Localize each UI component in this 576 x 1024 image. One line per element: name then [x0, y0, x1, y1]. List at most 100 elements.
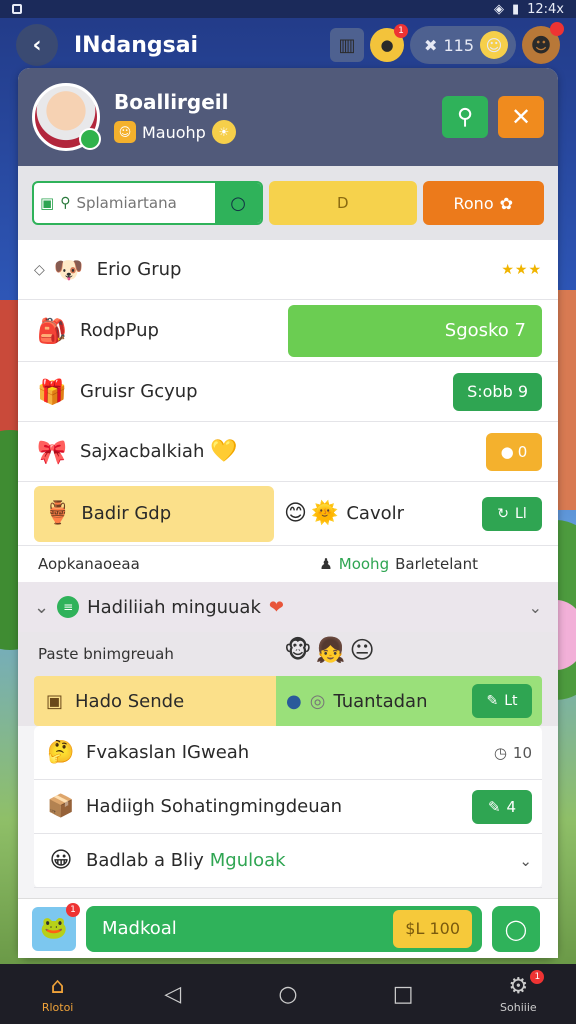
refresh-icon: ↻ [497, 505, 510, 522]
system-nav-bar: ⌂ Rlotoi ◁ ○ □ ⚙ Sohiiie 1 [0, 964, 576, 1024]
search-box[interactable]: ▣ ⚲ ○ [32, 181, 264, 225]
tab-send[interactable]: ▣ Hado Sende [34, 676, 276, 726]
refresh-badge-value: Ll [515, 505, 527, 522]
heart-gift-icon: ❤ [268, 596, 284, 618]
section-subtitle-row: Paste bnimgreuah 🐵 👧 😐 [18, 632, 558, 676]
highlight-card[interactable]: 🏺 Badir Gdp [34, 485, 274, 542]
top-bar: ‹ INdangsai ▥ ● 1 ✖ 115 ☺ ☻ [0, 20, 576, 70]
group-list: ◇ 🐶 Erio Grup ★★★ 🎒 RodpPup Sgosko 7 🎁 G… [18, 240, 558, 582]
row-label: RodpPup [80, 320, 159, 341]
backpack-icon: 🎒 [37, 316, 67, 345]
tag-icon: ▣ [40, 194, 55, 212]
tab-send-label: Hado Sende [75, 690, 185, 712]
book-icon: ▥ [338, 34, 356, 56]
card-right: ◷ 10 [494, 744, 532, 762]
main-action-label: Madkoal [102, 918, 177, 939]
coin-badge-value: 0 [517, 442, 528, 461]
sun-icon: ☀ [211, 120, 236, 144]
search-go-button[interactable]: ○ [215, 183, 262, 223]
players-count-pill[interactable]: ✖ 115 ☺ [410, 26, 516, 64]
back-button[interactable]: ‹ [16, 24, 58, 66]
circle-home-icon: ○ [278, 981, 298, 1007]
chat-button[interactable]: ◯ [492, 905, 540, 952]
footer-mid-label: Barletelant [395, 555, 478, 573]
back-triangle-icon: ◁ [164, 981, 182, 1007]
person-icon: ♟ [319, 555, 333, 573]
online-status-icon [79, 128, 101, 150]
nav-home[interactable]: ⌂ Rlotoi [18, 974, 98, 1014]
gift-card-list: 🤔 Fvakaslan IGweah ◷ 10 📦 Hadiigh Sohati… [34, 726, 542, 888]
tab-receive[interactable]: ● ◎ Tuantadan ✎ Lt [276, 676, 542, 726]
profile-avatar-button[interactable]: ☻ [522, 22, 564, 64]
present-icon: 🎀 [37, 437, 67, 466]
tab-pair: ▣ Hado Sende ● ◎ Tuantadan ✎ Lt [18, 676, 558, 726]
avatar-badge [550, 22, 564, 36]
settings-badge: 1 [530, 970, 545, 984]
square-recents-icon: □ [392, 981, 414, 1007]
score-badge[interactable]: S:obb 9 [453, 372, 542, 411]
home-icon: ⌂ [50, 974, 65, 999]
profile-header: Boallirgeil ☺ Mauohp ☀ ⚲ ✕ [18, 68, 558, 166]
list-item[interactable]: 📦 Hadiigh Sohatingmingdeuan ✎ 4 [34, 780, 542, 834]
section-expand-icon: ⌄ [528, 597, 542, 617]
dog-icon: 🐶 [53, 255, 84, 284]
character-avatar-button[interactable]: 🐸 1 [32, 902, 80, 951]
coin-badge[interactable]: ● 0 [486, 432, 542, 471]
card-label: Badlab a Bliy [86, 850, 204, 871]
profile-actions: ⚲ ✕ [442, 96, 544, 138]
nav-settings-label: Sohiiie [500, 1001, 537, 1014]
filter-toolbar: ▣ ⚲ ○ D Rono ✿ [18, 166, 558, 240]
sun-face-icon: 🌞 [310, 501, 339, 526]
profile-info: Boallirgeil ☺ Mauohp ☀ [114, 90, 236, 144]
profile-name: Boallirgeil [114, 90, 229, 114]
location-pin-icon: ◇ [34, 261, 45, 278]
list-item[interactable]: 🎁 Gruisr Gcyup S:obb 9 [18, 362, 558, 422]
search-icon: ⚲ [60, 195, 71, 211]
search-input[interactable] [76, 194, 197, 212]
card-label-green: Mguloak [209, 850, 286, 871]
section-title: Hadiliiah minguuak [87, 596, 261, 618]
pencil-icon: ✎ [487, 797, 501, 816]
pin-button[interactable]: ⚲ [442, 96, 488, 138]
list-item[interactable]: ◇ 🐶 Erio Grup ★★★ [18, 240, 558, 300]
pin-icon: ⚲ [456, 104, 474, 130]
list-item[interactable]: 🎀 Sajxacbalkiah 💛 ● 0 [18, 422, 558, 482]
nav-recents[interactable]: □ [363, 982, 443, 1007]
friend-face-icon: 🐵 [284, 636, 312, 664]
nav-back[interactable]: ◁ [133, 982, 213, 1007]
list-item[interactable]: 🏺 Badir Gdp 😊 🌞 Cavolr ↻ Ll [18, 482, 558, 546]
coins-button[interactable]: ● 1 [370, 24, 409, 62]
disc-icon: ◎ [309, 690, 326, 712]
inventory-button[interactable]: ▥ [330, 28, 365, 62]
close-button[interactable]: ✕ [498, 96, 544, 138]
row-label: Badir Gdp [81, 503, 172, 524]
coin-small-icon: ● [500, 442, 514, 461]
list-item[interactable]: 🤔 Fvakaslan IGweah ◷ 10 [34, 726, 542, 780]
refresh-badge[interactable]: ↻ Ll [482, 496, 542, 531]
chevron-down-icon[interactable]: ⌄ [519, 852, 532, 870]
section-header[interactable]: ⌄ ≡ Hadiliiah minguuak ❤ ⌄ [18, 582, 558, 632]
profile-subtitle: Mauohp [142, 122, 206, 142]
row-label: Sajxacbalkiah [80, 441, 205, 462]
card-badge[interactable]: ✎ 4 [472, 789, 532, 824]
join-banner-button[interactable]: Sgosko 7 [288, 304, 542, 357]
gear-icon: ✿ [499, 193, 514, 213]
profile-subtitle-row: ☺ Mauohp ☀ [114, 120, 236, 144]
row-label: Erio Grup [96, 259, 182, 280]
character-icon: 🐸 [40, 916, 68, 941]
filter-button[interactable]: D [269, 181, 417, 225]
smiley-icon: ☺ [480, 31, 508, 59]
receive-badge[interactable]: ✎ Lt [472, 684, 532, 718]
main-action-button[interactable]: Madkoal $L 100 [86, 905, 482, 952]
status-time: 12:4x [527, 1, 564, 17]
coin-icon: ● [380, 36, 394, 54]
list-item[interactable]: 😀 Badlab a Bliy Mguloak ⌄ [34, 834, 542, 888]
settings-action-button[interactable]: Rono ✿ [422, 181, 544, 225]
list-item[interactable]: 🎒 RodpPup Sgosko 7 [18, 300, 558, 362]
nav-home-circle[interactable]: ○ [248, 982, 328, 1007]
section-subtitle: Paste bnimgreuah [38, 645, 174, 663]
card-right-value: 10 [512, 743, 532, 762]
profile-avatar[interactable] [32, 83, 101, 151]
nav-settings[interactable]: ⚙ Sohiiie 1 [478, 970, 558, 1014]
monkey-avatar-icon: ☻ [530, 33, 552, 57]
